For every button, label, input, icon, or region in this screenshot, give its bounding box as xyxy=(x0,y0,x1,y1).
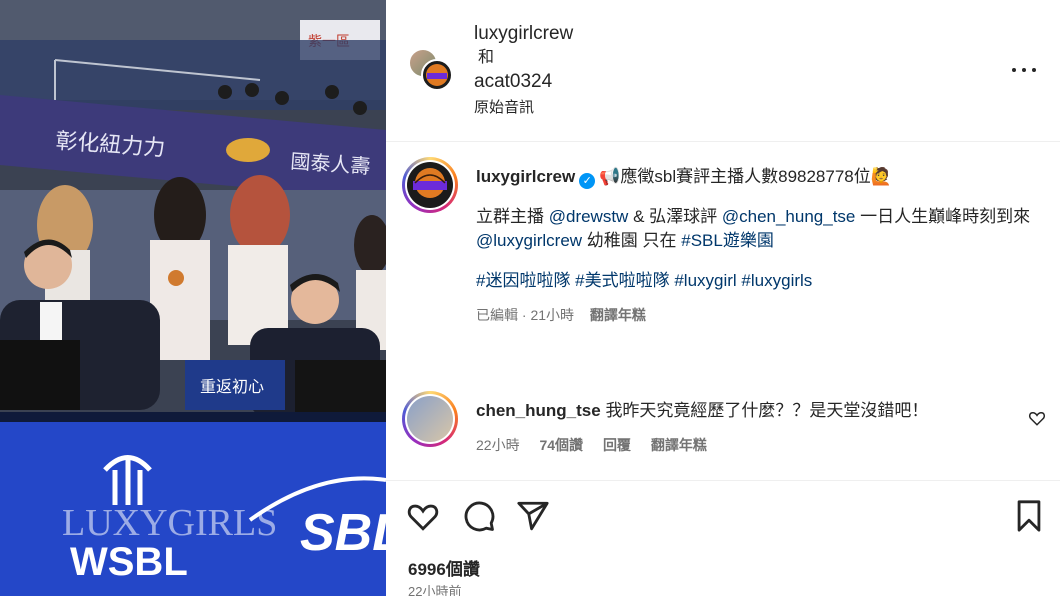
collab-header-text: luxygirlcrew 和 acat0324 原始音訊 xyxy=(474,22,573,120)
mention-luxygirlcrew[interactable]: @luxygirlcrew xyxy=(476,231,582,250)
more-options-icon[interactable] xyxy=(1010,58,1038,82)
post-like-count[interactable]: 6996個讚 xyxy=(408,555,480,580)
header-username-2[interactable]: acat0324 xyxy=(474,71,552,92)
mention-chen-hung-tse[interactable]: @chen_hung_tse xyxy=(722,207,856,226)
avatar-acat0324-small[interactable] xyxy=(421,59,453,91)
hashtag-sbl[interactable]: #SBL遊樂園 xyxy=(681,231,774,250)
caption-hashtags[interactable]: #迷因啦啦隊 #美式啦啦隊 #luxygirl #luxygirls xyxy=(476,269,1036,293)
caption-meta: 已編輯 · 21小時 翻譯年糕 xyxy=(476,303,1036,327)
floor-logo-wsbl: WSBL xyxy=(70,540,188,584)
comment-likes[interactable]: 74個讚 xyxy=(539,437,583,453)
basketball-logo-icon xyxy=(426,64,448,86)
post-timestamp: 22小時前 xyxy=(408,584,462,596)
caption-username[interactable]: luxygirlcrew xyxy=(476,167,575,186)
caption-line3-mid: 幼稚園 只在 xyxy=(582,231,682,250)
post-header: luxygirlcrew 和 acat0324 原始音訊 xyxy=(386,0,1060,142)
floor-logo-sbl: SBL xyxy=(300,504,386,562)
comment-time: 22小時 xyxy=(476,437,520,453)
comments-section: luxygirlcrew ✓ 📢應徵sbl賽評主播人數89828778位🙋 立群主播… xyxy=(386,143,1060,479)
comment-reply-button[interactable]: 回覆 xyxy=(603,437,631,453)
like-heart-icon[interactable] xyxy=(406,499,440,533)
caption-translate-button[interactable]: 翻譯年糕 xyxy=(590,307,646,323)
action-bar: 6996個讚 22小時前 xyxy=(386,480,1060,596)
mention-drewstw[interactable]: @drewstw xyxy=(549,207,629,226)
comment-meta: 22小時 74個讚 回覆 翻譯年糕 xyxy=(476,433,1016,457)
caption-line2-suffix: 一日人生巔峰時刻到來 xyxy=(855,207,1031,226)
comment-username[interactable]: chen_hung_tse xyxy=(476,401,601,420)
comment-translate-button[interactable]: 翻譯年糕 xyxy=(651,437,707,453)
caption-avatar[interactable] xyxy=(402,157,458,213)
media-image: 紫一區 彰化紐力力 國泰人壽 xyxy=(0,0,386,596)
caption-text-block: luxygirlcrew ✓ 📢應徵sbl賽評主播人數89828778位🙋 立群主播… xyxy=(476,165,1036,327)
comment-item: chen_hung_tse 我昨天究竟經歷了什麼？？是天堂沒錯吧！ 22小時 7… xyxy=(476,399,1016,457)
caption-line2-mid: & 弘澤球評 xyxy=(628,207,722,226)
comment-text: 我昨天究竟經歷了什麼？？是天堂沒錯吧！ xyxy=(605,401,929,420)
caption-edited-time: 已編輯 · 21小時 xyxy=(476,307,575,323)
comment-like-heart-icon[interactable] xyxy=(1028,409,1046,427)
caption-headline: 📢應徵sbl賽評主播人數89828778位🙋 xyxy=(599,167,892,186)
post-detail-panel: luxygirlcrew 和 acat0324 原始音訊 luxygirlcre… xyxy=(386,0,1060,596)
desk-card-text: 重返初心 xyxy=(200,378,264,396)
comment-bubble-icon[interactable] xyxy=(462,499,496,533)
original-audio-link[interactable]: 原始音訊 xyxy=(474,96,573,120)
comment-avatar[interactable] xyxy=(402,391,458,447)
caption-line2-prefix: 立群主播 xyxy=(476,207,549,226)
share-send-icon[interactable] xyxy=(516,499,550,533)
post-media[interactable]: 紫一區 彰化紐力力 國泰人壽 xyxy=(0,0,386,596)
floor-logo-luxygirls: LUXYGIRLS xyxy=(62,502,277,544)
luxygirls-logo-icon xyxy=(413,168,447,198)
verified-badge-icon: ✓ xyxy=(579,173,596,189)
header-username-1[interactable]: luxygirlcrew xyxy=(474,23,573,44)
header-and-text: 和 xyxy=(478,49,495,66)
save-bookmark-icon[interactable] xyxy=(1012,499,1046,533)
